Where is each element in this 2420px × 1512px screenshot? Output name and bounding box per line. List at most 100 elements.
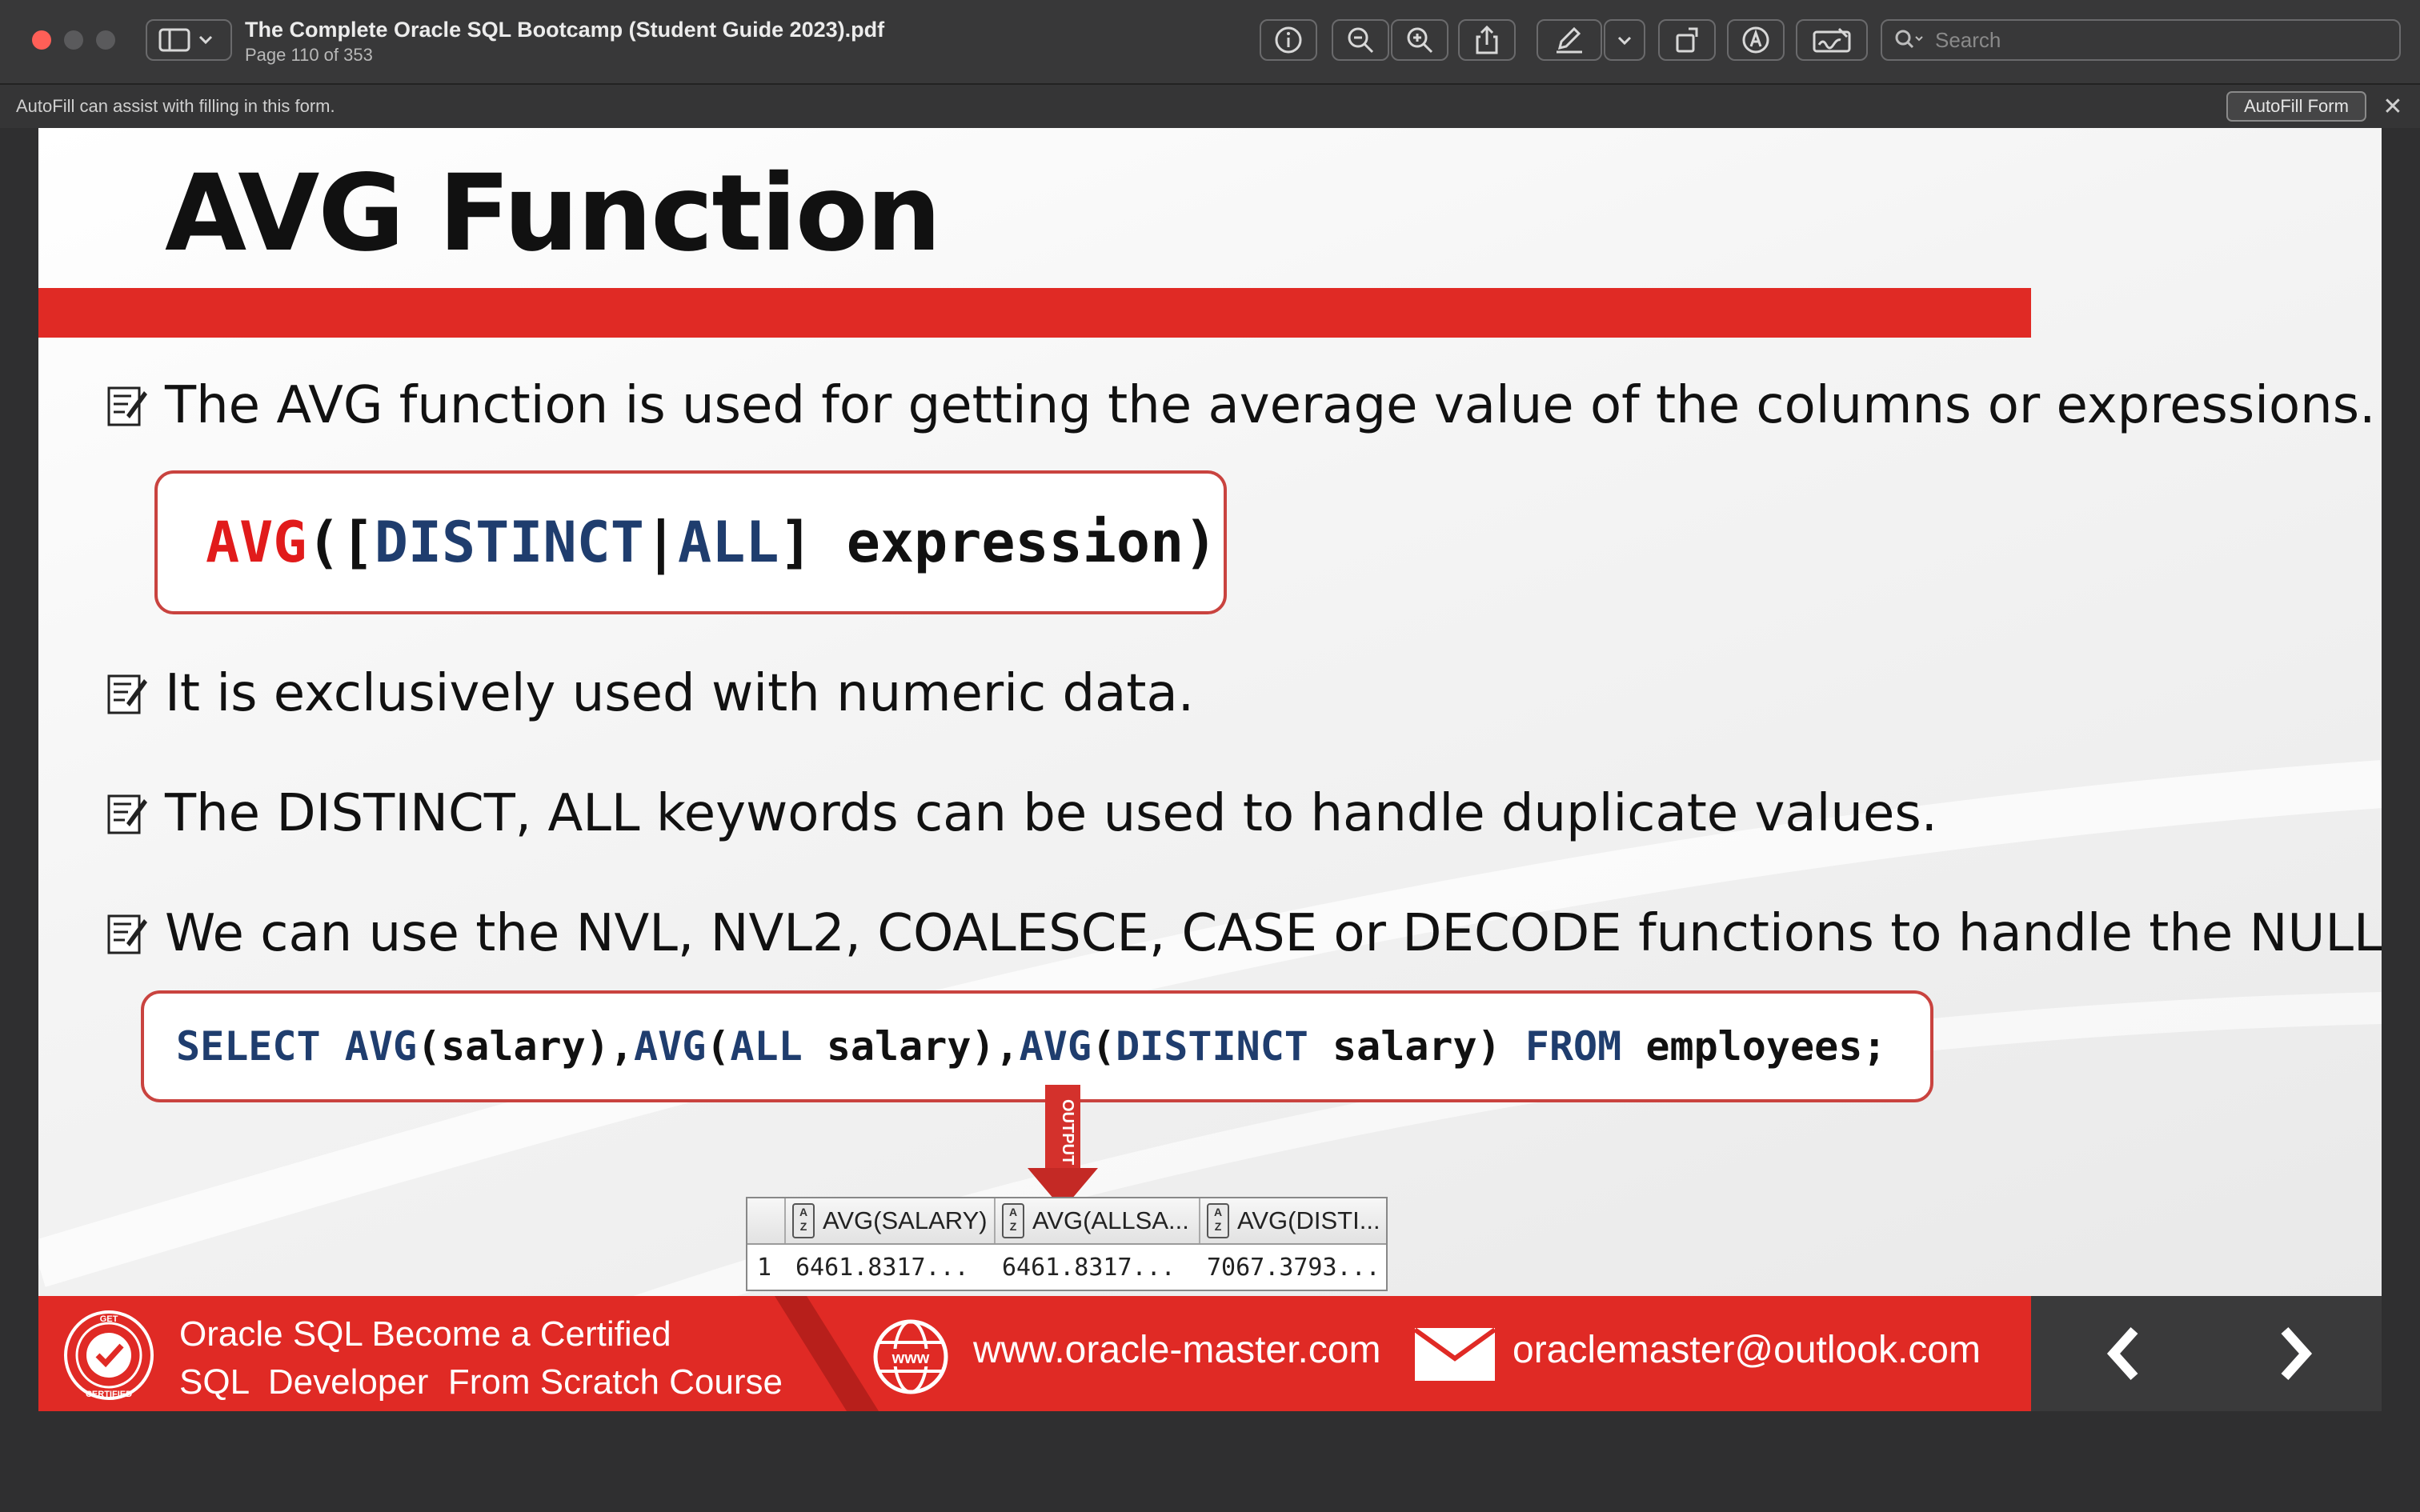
notepad-pencil-icon [107,674,147,714]
output-label: OUTPUT [1059,1099,1076,1165]
annotate-icon [1742,26,1769,54]
column-header[interactable]: AZ AVG(SALARY) [786,1198,996,1243]
svg-text:CERTIFIED: CERTIFIED [86,1390,132,1399]
chevron-left-icon [2106,1326,2138,1381]
notepad-pencil-icon [107,794,147,834]
query-paren: ( [1091,1023,1116,1070]
bullet-item: The AVG function is used for getting the… [104,376,2375,435]
pdf-page: AVG Function The AVG function is used fo… [38,128,2382,1411]
chevron-right-icon [2281,1326,2313,1381]
page-indicator: Page 110 of 353 [245,45,373,65]
svg-text:GET: GET [100,1314,118,1324]
document-title: The Complete Oracle SQL Bootcamp (Studen… [245,18,885,42]
bullet-text: We can use the NVL, NVL2, COALESCE, CASE… [165,904,2382,963]
bullet-text: It is exclusively used with numeric data… [165,664,1195,723]
share-icon [1476,25,1498,54]
envelope-icon [1413,1327,1496,1381]
column-header[interactable]: AZ AVG(ALLSA... [996,1198,1200,1243]
bullet-text: The DISTINCT, ALL keywords can be used t… [165,784,1937,843]
sort-ascending-icon: AZ [1002,1203,1024,1238]
kw-from: FROM [1525,1023,1622,1070]
info-button[interactable] [1260,19,1317,61]
kw-distinct: DISTINCT [1116,1023,1308,1070]
previous-slide-button[interactable] [2092,1320,2156,1387]
table-cell[interactable]: 6461.8317... [1002,1245,1199,1290]
title-underline-bar [38,288,2031,338]
syntax-function: AVG [206,510,307,575]
course-line-2: SQL Developer From Scratch Course [179,1362,783,1402]
svg-text:www: www [891,1350,930,1367]
syntax-bar: | [643,510,679,575]
footer-website[interactable]: www.oracle-master.com [973,1328,1380,1372]
footer-course-title: Oracle SQL Become a Certified SQL Develo… [179,1310,783,1406]
result-grid: AZ AVG(SALARY) AZ AVG(ALLSA... AZ AVG(DI… [746,1197,1388,1291]
search-icon [1895,30,1923,49]
syntax-close: ] expression) [779,510,1218,575]
kw-all: ALL [730,1023,803,1070]
sign-button[interactable] [1796,19,1868,61]
zoom-in-button[interactable] [1391,19,1448,61]
syntax-distinct: DISTINCT [374,510,644,575]
sidebar-icon [158,28,213,52]
row-number: 1 [757,1253,772,1282]
table-cell[interactable]: 6461.8317... [795,1245,994,1290]
zoom-window-button[interactable] [96,30,115,50]
table-cell[interactable]: 7067.3793... [1207,1245,1384,1290]
close-icon[interactable]: ✕ [2377,91,2409,122]
output-arrow-icon: OUTPUT [1028,1085,1098,1210]
info-icon [1275,26,1302,54]
window-titlebar: The Complete Oracle SQL Bootcamp (Studen… [0,0,2420,85]
query-arg: salary) [1308,1023,1525,1070]
search-field[interactable] [1881,19,2401,61]
row-number-header [747,1198,786,1243]
rotate-icon [1676,27,1698,53]
column-header[interactable]: AZ AVG(DISTI... [1200,1198,1386,1243]
zoom-in-icon [1407,27,1433,54]
rotate-button[interactable] [1658,19,1716,61]
minimize-window-button[interactable] [64,30,83,50]
bullet-item: We can use the NVL, NVL2, COALESCE, CASE… [104,904,2382,963]
sort-icon: AZ [792,1203,815,1238]
annotate-button[interactable] [1727,19,1785,61]
autofill-bar: AutoFill can assist with filling in this… [0,85,2420,128]
zoom-out-icon [1348,27,1374,54]
autofill-message: AutoFill can assist with filling in this… [16,96,335,116]
search-input[interactable] [1933,26,2385,54]
sort-icon: AZ [1207,1203,1229,1238]
notepad-pencil-icon [107,914,147,954]
globe-www-icon: www [873,1319,948,1394]
zoom-out-button[interactable] [1332,19,1389,61]
next-slide-button[interactable] [2263,1320,2327,1387]
kw-select: SELECT [176,1023,321,1070]
query-arg: salary), [802,1023,1020,1070]
table-row[interactable]: 1 6461.8317... 6461.8317... 7067.3793... [747,1245,1386,1290]
footer-email[interactable]: oraclemaster@outlook.com [1512,1328,1981,1372]
markup-button[interactable] [1537,19,1602,61]
syntax-box: AVG ([ DISTINCT | ALL ] expression) [154,470,1227,614]
sidebar-toggle-button[interactable] [146,19,232,61]
pen-icon [1557,26,1582,54]
slide-title: AVG Function [165,152,941,275]
query-arg: (salary), [417,1023,634,1070]
signature-icon [1813,27,1851,53]
footer-nav-panel [2031,1296,2382,1411]
kw-avg: AVG [633,1023,707,1070]
query-paren: ( [706,1023,731,1070]
certified-badge-logo: GET CERTIFIED [64,1310,154,1400]
course-line-1: Oracle SQL Become a Certified [179,1314,671,1354]
share-button[interactable] [1458,19,1516,61]
bullet-text: The AVG function is used for getting the… [165,376,2376,435]
kw-avg: AVG [344,1023,418,1070]
bullet-item: The DISTINCT, ALL keywords can be used t… [104,784,1937,843]
chevron-down-icon [1617,36,1632,46]
markup-menu-button[interactable] [1604,19,1645,61]
bullet-item: It is exclusively used with numeric data… [104,664,1194,723]
query-table: employees; [1621,1023,1887,1070]
syntax-all: ALL [678,510,779,575]
close-window-button[interactable] [32,30,51,50]
result-grid-header: AZ AVG(SALARY) AZ AVG(ALLSA... AZ AVG(DI… [747,1198,1386,1245]
kw-avg: AVG [1019,1023,1092,1070]
syntax-open: ([ [307,510,375,575]
notepad-pencil-icon [107,386,147,426]
autofill-form-button[interactable]: AutoFill Form [2226,91,2366,122]
